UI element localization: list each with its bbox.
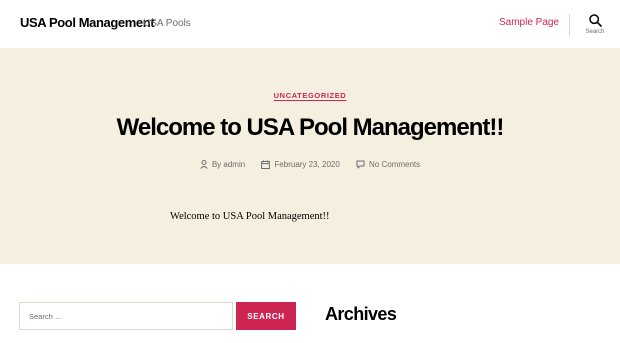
comment-icon [356,160,365,169]
post-title[interactable]: Welcome to USA Pool Management!! [0,114,620,142]
date-link[interactable]: February 23, 2020 [274,160,339,169]
search-input[interactable] [20,303,210,329]
search-submit-button[interactable]: SEARCH [236,302,296,330]
category-link[interactable]: UNCATEGORIZED [274,91,347,100]
archives-widget-title: Archives [325,304,397,324]
calendar-icon [261,160,271,169]
comments-link[interactable]: No Comments [369,160,420,169]
post-content: Welcome to USA Pool Management!! [170,211,330,222]
post-header: UNCATEGORIZED Welcome to USA Pool Manage… [0,48,620,264]
post-date: February 23, 2020 [261,160,340,169]
search-field [19,302,233,330]
widgets-area: SEARCH Archives [0,264,620,343]
author-icon [200,160,208,169]
header-divider [569,14,570,36]
search-toggle-label: Search [585,29,605,35]
post-meta: By admin February 23, 2020 No Comments [0,160,620,171]
search-toggle-button[interactable]: Search [580,14,610,42]
author-link[interactable]: By admin [212,160,245,169]
post-comments: No Comments [356,160,420,169]
post-category: UNCATEGORIZED [0,85,620,103]
site-header: USA Pool Management USA Pools Sample Pag… [0,0,620,48]
nav-link-sample-page[interactable]: Sample Page [499,17,559,28]
search-icon [588,14,602,27]
site-title[interactable]: USA Pool Management [20,15,155,30]
site-description: USA Pools [143,18,191,29]
post-author: By admin [200,160,245,169]
